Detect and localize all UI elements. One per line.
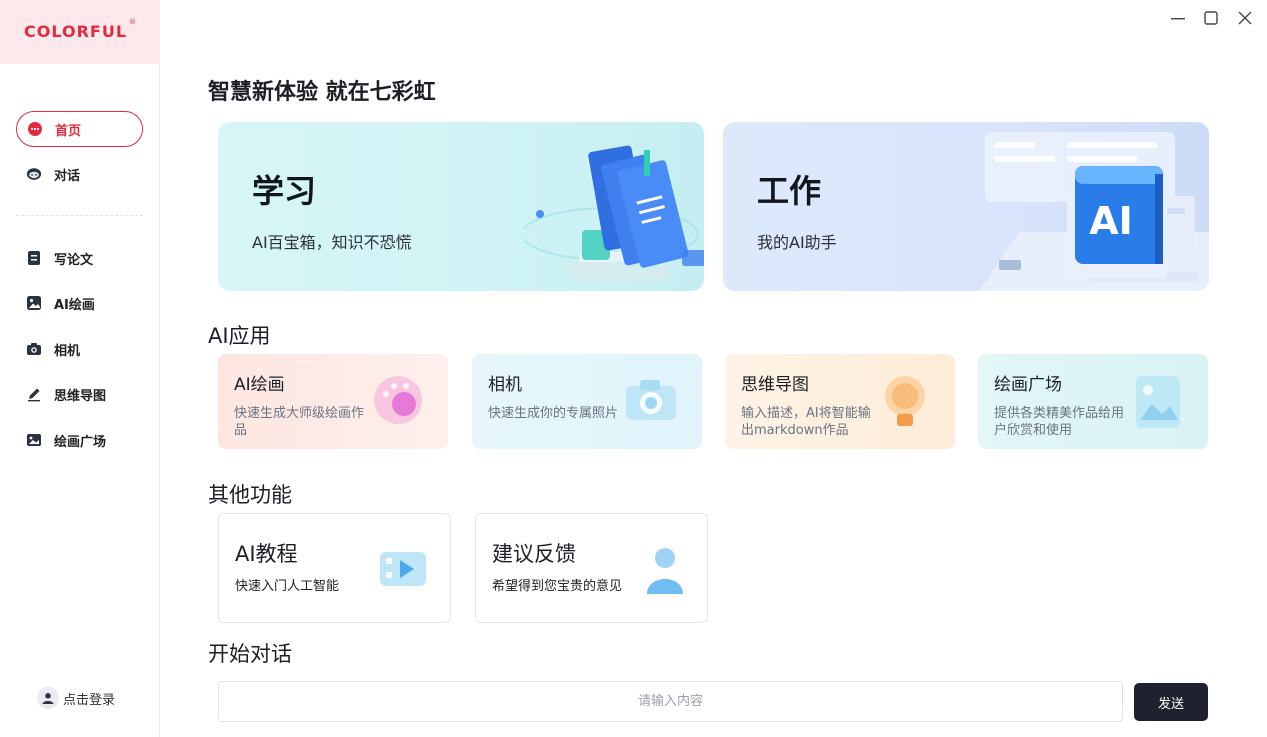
func-card-feedback[interactable]: 建议反馈 希望得到您宝贵的意见 bbox=[475, 513, 708, 623]
close-button[interactable] bbox=[1234, 8, 1256, 28]
sidebar-item-label: 相机 bbox=[54, 343, 81, 359]
hero-title: 工作 bbox=[757, 172, 822, 210]
hero-card-work[interactable]: 工作 我的AI助手 AI bbox=[723, 122, 1209, 291]
app-card-camera[interactable]: 相机 快速生成你的专属照片 bbox=[472, 354, 702, 449]
send-button[interactable]: 发送 bbox=[1134, 683, 1208, 721]
palette-icon bbox=[374, 376, 422, 424]
app-card-title: 相机 bbox=[488, 375, 522, 395]
func-card-desc: 希望得到您宝贵的意见 bbox=[492, 579, 623, 594]
login-label: 点击登录 bbox=[63, 692, 116, 708]
document-icon bbox=[26, 250, 42, 266]
hero-subtitle: 我的AI助手 bbox=[757, 233, 837, 252]
logo: COLORFUL ® bbox=[0, 0, 159, 64]
sidebar-item-label: 首页 bbox=[55, 123, 82, 139]
minimize-icon bbox=[1171, 18, 1185, 20]
app-card-title: 思维导图 bbox=[741, 375, 809, 395]
hero-title: 学习 bbox=[252, 172, 317, 210]
pen-icon bbox=[26, 386, 42, 402]
hero-subtitle: AI百宝箱，知识不恐慌 bbox=[252, 233, 412, 252]
func-card-title: 建议反馈 bbox=[492, 542, 576, 566]
camera-icon bbox=[626, 380, 676, 420]
video-icon bbox=[380, 552, 426, 586]
app-card-desc: 输入描述，AI将智能输出markdown作品 bbox=[741, 406, 871, 438]
app-card-mind-map[interactable]: 思维导图 输入描述，AI将智能输出markdown作品 bbox=[725, 354, 955, 449]
hero-card-study[interactable]: 学习 AI百宝箱，知识不恐慌 bbox=[218, 122, 704, 291]
login-button[interactable]: 点击登录 bbox=[37, 687, 115, 709]
sidebar-item-write-paper[interactable]: 写论文 bbox=[16, 240, 143, 276]
func-card-ai-tutorial[interactable]: AI教程 快速入门人工智能 bbox=[218, 513, 451, 623]
chat-bubble-icon bbox=[27, 121, 43, 137]
func-card-desc: 快速入门人工智能 bbox=[235, 579, 340, 594]
sidebar-divider bbox=[16, 215, 143, 216]
sidebar: COLORFUL ® 首页 对话 写论文 AI绘画 相机 思维导图 绘画广场 点… bbox=[0, 0, 160, 737]
maximize-icon bbox=[1204, 11, 1218, 25]
registered-mark: ® bbox=[129, 18, 136, 26]
robot-icon bbox=[26, 166, 42, 182]
sidebar-item-gallery[interactable]: 绘画广场 bbox=[16, 422, 143, 458]
app-card-title: 绘画广场 bbox=[994, 375, 1062, 395]
section-title-other: 其他功能 bbox=[208, 483, 292, 507]
app-card-title: AI绘画 bbox=[234, 375, 285, 395]
logo-text: COLORFUL bbox=[24, 22, 128, 41]
chat-input[interactable] bbox=[218, 681, 1123, 722]
section-title-ai-apps: AI应用 bbox=[208, 324, 271, 348]
user-avatar-icon bbox=[37, 687, 59, 709]
sidebar-item-ai-painting[interactable]: AI绘画 bbox=[16, 285, 143, 321]
app-card-gallery[interactable]: 绘画广场 提供各类精美作品给用户欣赏和使用 bbox=[978, 354, 1208, 449]
app-card-desc: 快速生成大师级绘画作品 bbox=[234, 406, 365, 438]
image-icon bbox=[26, 295, 42, 311]
lightbulb-icon bbox=[885, 376, 925, 426]
maximize-button[interactable] bbox=[1200, 8, 1222, 28]
sidebar-item-label: 写论文 bbox=[54, 252, 94, 268]
sidebar-item-camera[interactable]: 相机 bbox=[16, 331, 143, 367]
books-icon bbox=[524, 145, 704, 280]
app-card-ai-painting[interactable]: AI绘画 快速生成大师级绘画作品 bbox=[218, 354, 448, 449]
close-icon bbox=[1238, 11, 1252, 25]
app-card-desc: 快速生成你的专属照片 bbox=[488, 406, 619, 421]
ai-cube-label: AI bbox=[1089, 199, 1133, 243]
sidebar-item-home[interactable]: 首页 bbox=[16, 111, 143, 147]
sidebar-item-label: AI绘画 bbox=[54, 297, 95, 313]
minimize-button[interactable] bbox=[1167, 8, 1189, 28]
section-title-chat: 开始对话 bbox=[208, 642, 292, 666]
user-icon bbox=[647, 548, 683, 594]
gallery-icon bbox=[26, 432, 42, 448]
ai-cube-icon: AI bbox=[979, 132, 1209, 291]
camera-icon bbox=[26, 341, 42, 357]
sidebar-item-mind-map[interactable]: 思维导图 bbox=[16, 376, 143, 412]
sidebar-item-label: 思维导图 bbox=[54, 388, 107, 404]
func-card-title: AI教程 bbox=[235, 542, 298, 566]
picture-icon bbox=[1136, 376, 1180, 428]
app-card-desc: 提供各类精美作品给用户欣赏和使用 bbox=[994, 406, 1125, 438]
page-title: 智慧新体验 就在七彩虹 bbox=[208, 80, 436, 105]
sidebar-item-chat[interactable]: 对话 bbox=[16, 156, 143, 192]
sidebar-item-label: 对话 bbox=[54, 168, 81, 184]
sidebar-item-label: 绘画广场 bbox=[54, 434, 107, 450]
